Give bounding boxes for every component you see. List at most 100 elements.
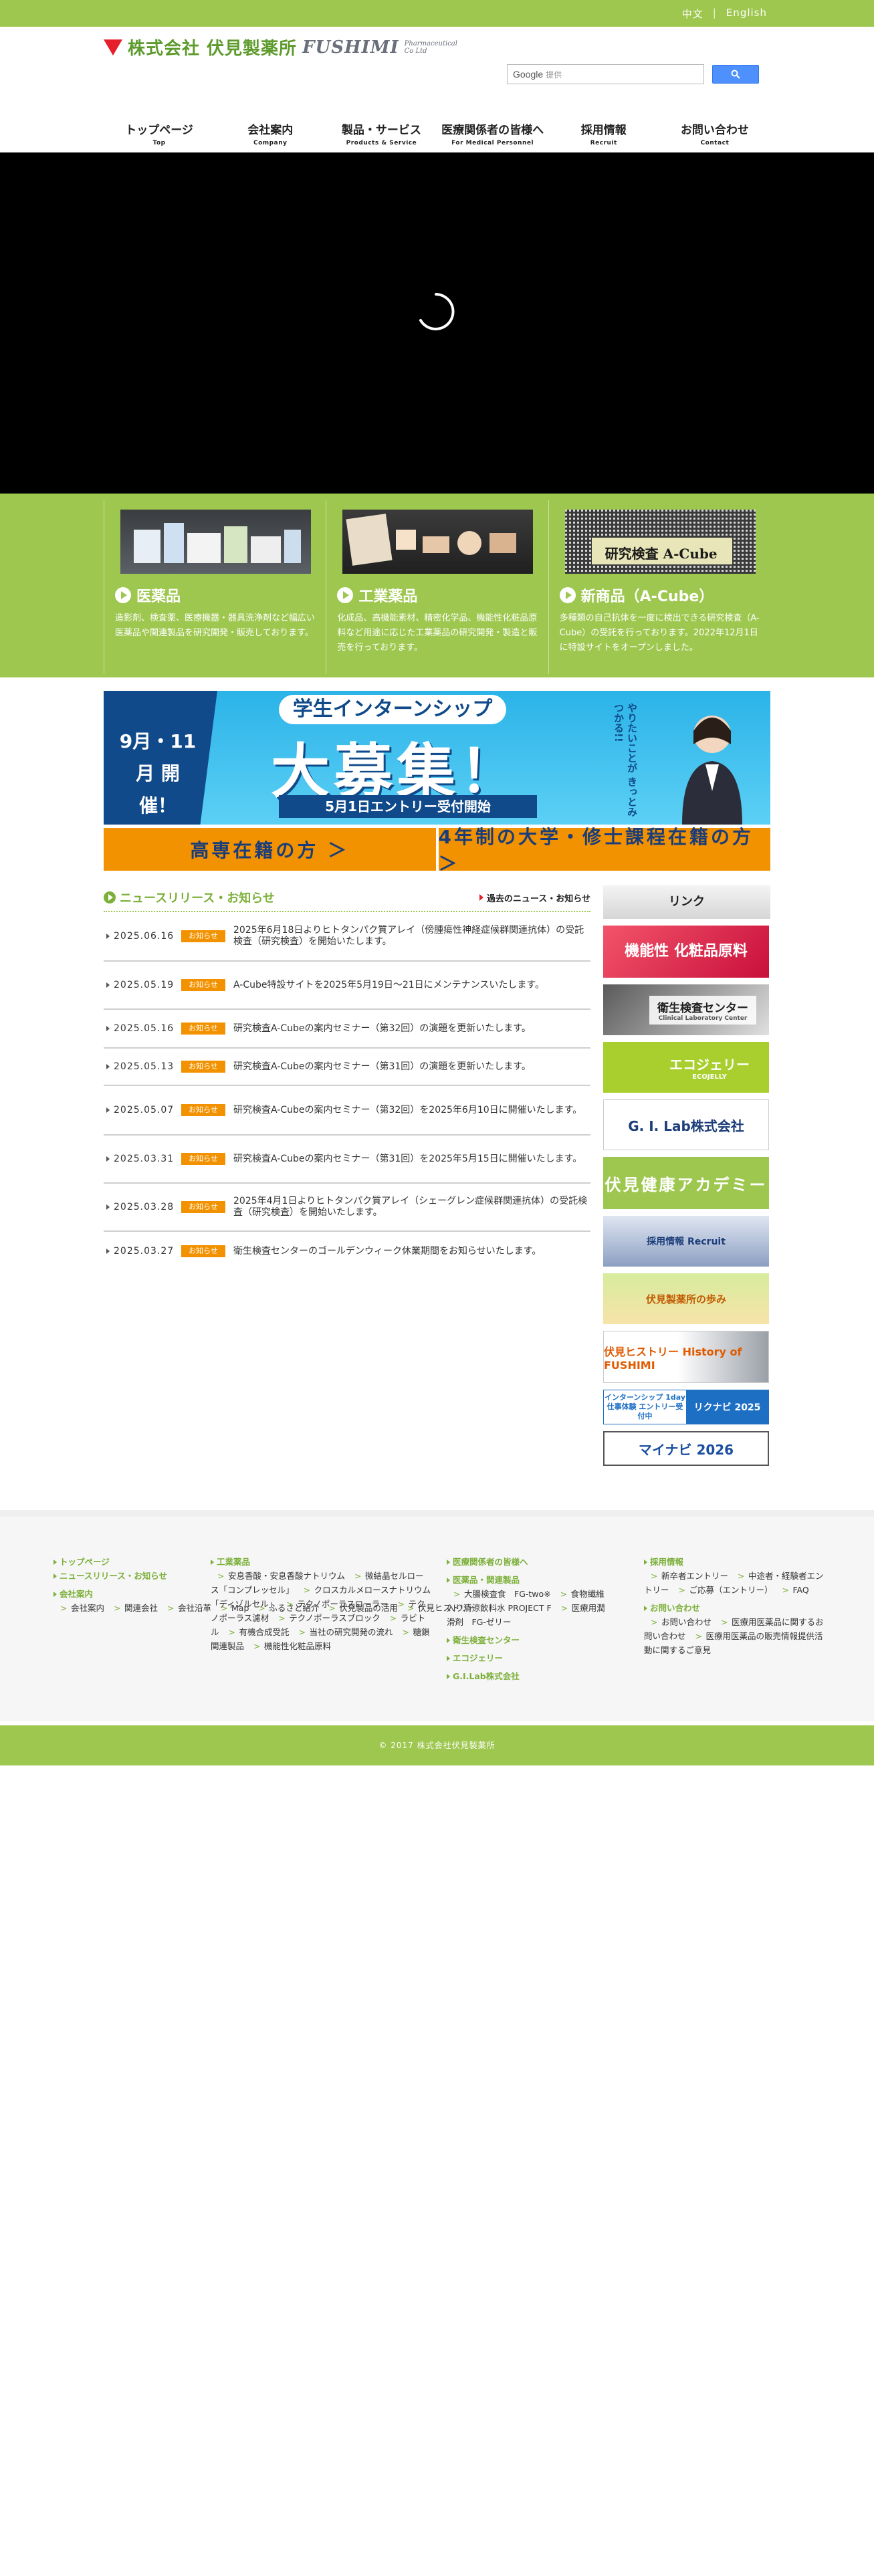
- footer-link-ecojelly[interactable]: エコジェリー: [447, 1651, 607, 1665]
- banner-fushimi-history[interactable]: 伏見ヒストリー History of FUSHIMI: [603, 1331, 769, 1383]
- footer-col-recruit: 採用情報 新卒者エントリー 中途者・経験者エントリー ご応募（エントリー） FA…: [644, 1555, 825, 1657]
- industrial-image: [342, 510, 534, 574]
- arrow-right-icon: [447, 1655, 450, 1661]
- copyright-bar: © 2017 株式会社伏見製薬所: [0, 1725, 874, 1765]
- technical-college-button[interactable]: 高専在籍の方 ＞: [104, 828, 436, 871]
- bullet-icon: [106, 982, 110, 988]
- footer-col-industrial: 工業薬品 安息香酸・安息香酸ナトリウム 微結晶セルロース「コンプレッセル」 クロ…: [211, 1555, 431, 1653]
- banner-mynavi[interactable]: マイナビ 2026: [603, 1431, 769, 1466]
- banner-recruit[interactable]: 採用情報 Recruit: [603, 1216, 769, 1267]
- footer-link-clinical-lab[interactable]: 衛生検査センター: [447, 1633, 607, 1647]
- footer-link-contact[interactable]: お問い合わせ: [644, 1601, 825, 1615]
- card-industrial[interactable]: 工業薬品 化成品、高機能素材、精密化学品、機能性化粧品原料など用途に応じた工業薬…: [326, 500, 549, 674]
- card-description: 化成品、高機能素材、精密化学品、機能性化粧品原料など用途に応じた工業薬品の研究開…: [337, 613, 538, 653]
- nav-contact[interactable]: お問い合わせ Contact: [659, 115, 770, 152]
- news-item[interactable]: 2025.03.31 お知らせ 研究検査A-Cubeの案内セミナー（第31回）を20…: [104, 1136, 590, 1184]
- news-date: 2025.03.27: [106, 1246, 181, 1257]
- arrow-circle-icon: [559, 587, 576, 603]
- news-item[interactable]: 2025.05.13 お知らせ 研究検査A-Cubeの案内セミナー（第31回）の演題…: [104, 1049, 590, 1086]
- banner-cosmetic-materials[interactable]: 機能性 化粧品原料: [603, 926, 769, 978]
- bullet-icon: [106, 1064, 110, 1069]
- news-date-text: 2025.03.31: [114, 1154, 175, 1164]
- news-item[interactable]: 2025.06.16 お知らせ 2025年6月18日よりヒトタンパク質アレイ（傍腫瘍…: [104, 912, 590, 962]
- banner-gi-lab[interactable]: G. I. Lab株式会社: [603, 1099, 769, 1150]
- news-date: 2025.05.07: [106, 1105, 181, 1115]
- card-title: 新商品（A-Cube）: [559, 584, 760, 606]
- footer-sublink[interactable]: 当社の研究開発の流れ: [292, 1627, 393, 1637]
- university-button[interactable]: 4年制の大学・修士課程在籍の方 ＞: [438, 826, 770, 875]
- student-photo-icon: [682, 716, 742, 825]
- banner-clinical-lab[interactable]: 衛生検査センター Clinical Laboratory Center: [603, 984, 769, 1035]
- news-date: 2025.06.16: [106, 931, 181, 942]
- nav-sub: Top: [152, 140, 166, 146]
- footer-sublink[interactable]: FAQ: [776, 1585, 809, 1595]
- acube-logo-icon: [564, 510, 756, 574]
- footer-sublink[interactable]: 大腸検査食 FG-two※: [447, 1589, 551, 1599]
- top-bar: 中文 | English: [0, 0, 874, 27]
- card-description: 多種類の自己抗体を一度に検出できる研究検査（A-Cube）の受託を行っております…: [559, 613, 760, 653]
- banner-rikunabi[interactable]: インターンシップ 1day仕事体験 エントリー受付中 リクナビ 2025: [603, 1390, 769, 1424]
- news-item[interactable]: 2025.05.19 お知らせ A-Cube特設サイトを2025年5月19日〜21日…: [104, 962, 590, 1010]
- news-item[interactable]: 2025.05.16 お知らせ 研究検査A-Cubeの案内セミナー（第32回）の演題…: [104, 1010, 590, 1049]
- footer-sublink[interactable]: 安息香酸・安息香酸ナトリウム: [211, 1571, 345, 1581]
- banner-sub: リクナビ 2025: [686, 1390, 768, 1424]
- news-date-text: 2025.05.16: [114, 1023, 175, 1034]
- news-date: 2025.03.28: [106, 1202, 181, 1212]
- footer-sublink[interactable]: 関連会社: [107, 1603, 158, 1613]
- lang-english-link[interactable]: English: [726, 7, 767, 21]
- arrow-right-icon: [447, 1637, 450, 1643]
- arrow-right-icon: [211, 1559, 214, 1565]
- search-button[interactable]: [712, 65, 759, 84]
- news-badge: お知らせ: [181, 1023, 225, 1035]
- nav-top[interactable]: トップページ Top: [104, 115, 215, 152]
- nav-company[interactable]: 会社案内 Company: [215, 115, 326, 152]
- footer-sublink[interactable]: 有機合成受託: [222, 1627, 290, 1637]
- footer-sublink[interactable]: 会社案内: [53, 1603, 104, 1613]
- bullet-icon: [106, 1107, 110, 1113]
- news-date: 2025.05.16: [106, 1023, 181, 1034]
- nav-recruit[interactable]: 採用情報 Recruit: [548, 115, 659, 152]
- arrow-right-icon: [53, 1559, 57, 1565]
- news-text: 研究検査A-Cubeの案内セミナー（第32回）を2025年6月10日に開催いたし…: [233, 1104, 582, 1115]
- card-new-product-acube[interactable]: 研究検査 A-Cube 新商品（A-Cube） 多種類の自己抗体を一度に検出でき…: [549, 500, 770, 674]
- nav-products[interactable]: 製品・サービス Products & Service: [326, 115, 437, 152]
- news-section: ニュースリリース・お知らせ 過去のニュース・お知らせ 2025.06.16 お知ら…: [104, 884, 590, 1271]
- footer-head-text: 衛生検査センター: [453, 1635, 520, 1645]
- footer-sublink[interactable]: 会社沿革: [160, 1603, 211, 1613]
- past-news-link[interactable]: 過去のニュース・お知らせ: [479, 891, 590, 904]
- footer-sublink[interactable]: 新卒者エントリー: [644, 1571, 728, 1581]
- news-item[interactable]: 2025.03.27 お知らせ 衛生検査センターのゴールデンウィーク休業期間をお知ら…: [104, 1232, 590, 1271]
- footer-link-industrial[interactable]: 工業薬品: [211, 1555, 431, 1569]
- news-badge: お知らせ: [181, 1061, 225, 1073]
- footer-link-medicines[interactable]: 医薬品・関連製品: [447, 1573, 607, 1587]
- news-text: 研究検査A-Cubeの案内セミナー（第31回）を2025年5月15日に開催いたし…: [233, 1153, 582, 1164]
- news-text: 2025年4月1日よりヒトタンパク質アレイ（シェーグレン症候群関連抗体）の受託検…: [233, 1196, 588, 1218]
- footer-link-recruit[interactable]: 採用情報: [644, 1555, 825, 1569]
- site-logo[interactable]: 株式会社 伏見製薬所 FUSHIMI Pharmaceutical Co Ltd: [104, 35, 465, 60]
- footer-sublink[interactable]: ご応募（エントリー）: [672, 1585, 773, 1595]
- news-badge: お知らせ: [181, 930, 225, 942]
- footer-link-medical[interactable]: 医療関係者の皆様へ: [447, 1555, 607, 1569]
- footer-sublink[interactable]: 機能性化粧品原料: [247, 1641, 331, 1651]
- footer-sublink[interactable]: テクノポーラスブロック: [271, 1613, 380, 1623]
- footer-link-gi-lab[interactable]: G.I.Lab株式会社: [447, 1669, 607, 1683]
- logo-english: FUSHIMI: [302, 37, 399, 58]
- news-item[interactable]: 2025.05.07 お知らせ 研究検査A-Cubeの案内セミナー（第32回）を20…: [104, 1086, 590, 1136]
- internship-subtitle: 学生インターンシップ: [279, 695, 506, 724]
- news-item[interactable]: 2025.03.28 お知らせ 2025年4月1日よりヒトタンパク質アレイ（シェーグ…: [104, 1184, 590, 1232]
- search-input[interactable]: Google 提供: [507, 64, 704, 84]
- bullet-icon: [106, 1204, 110, 1210]
- lang-chinese-link[interactable]: 中文: [682, 7, 703, 21]
- banner-ecojelly[interactable]: エコジェリー ECOJELLY: [603, 1042, 769, 1093]
- bullet-icon: [106, 1249, 110, 1254]
- nav-medical[interactable]: 医療関係者の皆様へ For Medical Personnel: [437, 115, 548, 152]
- footer-sublink[interactable]: お問い合わせ: [644, 1617, 712, 1627]
- banner-history-story[interactable]: 伏見製薬所の歩み: [603, 1273, 769, 1324]
- card-description: 造影剤、検査薬、医療機器・器具洗浄剤など幅広い医薬品や関連製品を研究開発・販売し…: [115, 613, 316, 638]
- footer-sublink[interactable]: テクノポーラスローラー: [280, 1599, 389, 1609]
- internship-banner[interactable]: 9月・11月 開 催！ 学生インターンシップ 大募集！ 5月1日エントリー受付開…: [104, 691, 770, 825]
- arrow-circle-icon: [337, 587, 354, 603]
- banner-health-academy[interactable]: 伏見健康アカデミー: [603, 1157, 769, 1209]
- card-pharmaceuticals[interactable]: 医薬品 造影剤、検査薬、医療機器・器具洗浄剤など幅広い医薬品や関連製品を研究開発…: [104, 500, 327, 674]
- sidebar-heading: リンク: [603, 885, 770, 919]
